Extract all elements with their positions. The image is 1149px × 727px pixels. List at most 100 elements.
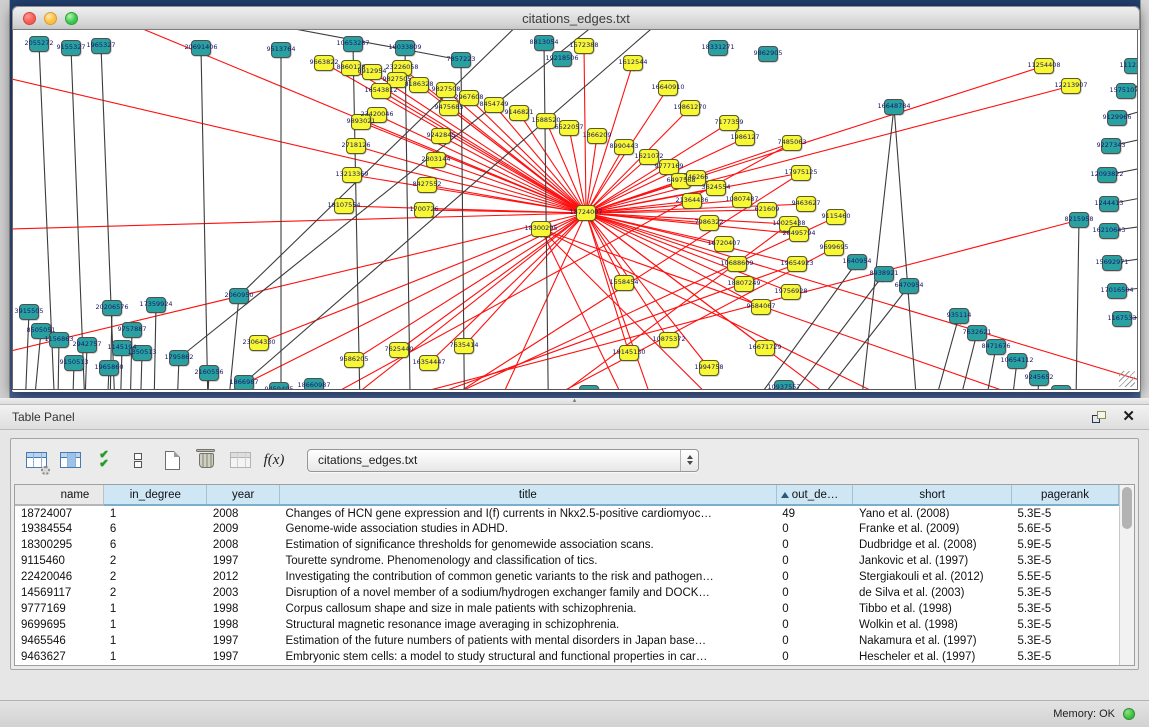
column-header-out_de[interactable]: out_de… (776, 485, 853, 505)
table-cell[interactable]: Dudbridge et al. (2008) (853, 537, 1012, 553)
trash-icon[interactable] (191, 445, 221, 475)
table-cell[interactable]: 5.5E-5 (1011, 569, 1118, 585)
table-cell[interactable]: 5.3E-5 (1011, 553, 1118, 569)
table-cell[interactable]: Hescheler et al. (1997) (853, 649, 1012, 665)
table-cell[interactable]: 0 (776, 537, 853, 553)
table-cell[interactable]: 5.3E-5 (1011, 633, 1118, 649)
table-cell[interactable]: Embryonic stem cells: a model to study s… (280, 649, 777, 665)
panel-splitter[interactable]: ▴ (0, 398, 1149, 405)
column-header-title[interactable]: title (280, 485, 777, 505)
node-table[interactable]: namein_degreeyeartitleout_de…shortpagera… (15, 485, 1119, 665)
table-cell[interactable]: 6 (104, 521, 207, 537)
function-icon[interactable]: f(x) (259, 445, 289, 475)
table-cell[interactable]: 0 (776, 601, 853, 617)
table-cell[interactable]: 1 (104, 601, 207, 617)
table-cell[interactable]: 1997 (207, 553, 280, 569)
table-cell[interactable]: 14569117 (15, 585, 104, 601)
memory-status-icon[interactable] (1123, 708, 1135, 720)
column-header-year[interactable]: year (207, 485, 280, 505)
table-row[interactable]: 1938455462009Genome-wide association stu… (15, 521, 1119, 537)
table-cell[interactable]: 5.3E-5 (1011, 649, 1118, 665)
table-cell[interactable]: 1 (104, 505, 207, 521)
column-header-pagerank[interactable]: pagerank (1011, 485, 1118, 505)
window-resize-grip[interactable] (1119, 371, 1135, 387)
table-row[interactable]: 1830029562008Estimation of significance … (15, 537, 1119, 553)
table-row[interactable]: 946554611997Estimation of the future num… (15, 633, 1119, 649)
table-row[interactable]: 911546021997Tourette syndrome. Phenomeno… (15, 553, 1119, 569)
table-cell[interactable]: Wolkin et al. (1998) (853, 617, 1012, 633)
column-header-short[interactable]: short (853, 485, 1012, 505)
table-cell[interactable]: 1 (104, 633, 207, 649)
table-select-dropdown[interactable]: citations_edges.txt (307, 449, 699, 472)
table-cell[interactable]: 9463627 (15, 649, 104, 665)
table-cell[interactable]: 2009 (207, 521, 280, 537)
network-canvas[interactable]: 1872400796638228860128891295423226058982… (12, 30, 1138, 390)
column-header-in_degree[interactable]: in_degree (104, 485, 207, 505)
table-row[interactable]: 2242004622012Investigating the contribut… (15, 569, 1119, 585)
table-cell[interactable]: 0 (776, 569, 853, 585)
table-scrollbar[interactable] (1119, 485, 1134, 665)
table-cell[interactable]: 0 (776, 553, 853, 569)
float-panel-icon[interactable] (1092, 411, 1106, 423)
table-cell[interactable]: 0 (776, 633, 853, 649)
table-cell[interactable]: 1 (104, 649, 207, 665)
table-cell[interactable]: 0 (776, 649, 853, 665)
splitter-handle-icon[interactable]: ▴ (0, 398, 1149, 404)
table-cell[interactable]: 1998 (207, 601, 280, 617)
table-cell[interactable]: 5.3E-5 (1011, 585, 1118, 601)
table-cell[interactable]: Estimation of the future numbers of pati… (280, 633, 777, 649)
close-panel-icon[interactable]: ✕ (1122, 410, 1135, 424)
table-row[interactable]: 1872400712008Changes of HCN gene express… (15, 505, 1119, 521)
column-select-icon[interactable] (55, 445, 85, 475)
table-cell[interactable]: 49 (776, 505, 853, 521)
window-titlebar[interactable]: citations_edges.txt (12, 6, 1140, 30)
table-cell[interactable]: 2 (104, 585, 207, 601)
table-cell[interactable]: 5.9E-5 (1011, 537, 1118, 553)
table-cell[interactable]: 19384554 (15, 521, 104, 537)
network-window[interactable]: citations_edges.txt 18724007966382288601… (12, 6, 1140, 392)
table-cell[interactable]: 5.3E-5 (1011, 617, 1118, 633)
table-row[interactable]: 969969511998Structural magnetic resonanc… (15, 617, 1119, 633)
table-cell[interactable]: 18300295 (15, 537, 104, 553)
table-cell[interactable]: Investigating the contribution of common… (280, 569, 777, 585)
table-row[interactable]: 977716911998Corpus callosum shape and si… (15, 601, 1119, 617)
table-settings-icon[interactable] (21, 445, 51, 475)
table-cell[interactable]: 9115460 (15, 553, 104, 569)
table-cell[interactable]: 0 (776, 521, 853, 537)
table-cell[interactable]: Franke et al. (2009) (853, 521, 1012, 537)
table-cell[interactable]: 2003 (207, 585, 280, 601)
table-cell[interactable]: 18724007 (15, 505, 104, 521)
table-cell[interactable]: Nakamura et al. (1997) (853, 633, 1012, 649)
table-cell[interactable]: Tourette syndrome. Phenomenology and cla… (280, 553, 777, 569)
table-cell[interactable]: 1998 (207, 617, 280, 633)
table-cell[interactable]: Disruption of a novel member of a sodium… (280, 585, 777, 601)
table-cell[interactable]: 0 (776, 585, 853, 601)
table-cell[interactable]: Tibbo et al. (1998) (853, 601, 1012, 617)
check-list-icon[interactable]: ✔✔ (89, 445, 119, 475)
table-cell[interactable]: 22420046 (15, 569, 104, 585)
table-cell[interactable]: 9699695 (15, 617, 104, 633)
rows-icon[interactable] (123, 445, 153, 475)
new-document-icon[interactable] (157, 445, 187, 475)
table-cell[interactable]: Jankovic et al. (1997) (853, 553, 1012, 569)
table-cell[interactable]: 5.3E-5 (1011, 505, 1118, 521)
table-cell[interactable]: 9777169 (15, 601, 104, 617)
table-header-row[interactable]: namein_degreeyeartitleout_de…shortpagera… (15, 485, 1119, 505)
table-cell[interactable]: 2008 (207, 537, 280, 553)
table-cell[interactable]: 9465546 (15, 633, 104, 649)
table-cell[interactable]: Genome-wide association studies in ADHD. (280, 521, 777, 537)
table-row[interactable]: 946362711997Embryonic stem cells: a mode… (15, 649, 1119, 665)
table-cell[interactable]: 1 (104, 617, 207, 633)
table-cell[interactable]: Changes of HCN gene expression and I(f) … (280, 505, 777, 521)
table-cell[interactable]: Structural magnetic resonance image aver… (280, 617, 777, 633)
table-cell[interactable]: Corpus callosum shape and size in male p… (280, 601, 777, 617)
table-cell[interactable]: 2 (104, 569, 207, 585)
table-cell[interactable]: 6 (104, 537, 207, 553)
scrollbar-thumb[interactable] (1122, 487, 1132, 529)
table-cell[interactable]: 1997 (207, 649, 280, 665)
table-cell[interactable]: 5.6E-5 (1011, 521, 1118, 537)
table-cell[interactable]: 5.3E-5 (1011, 601, 1118, 617)
table-cell[interactable]: 0 (776, 617, 853, 633)
table-row[interactable]: 1456911722003Disruption of a novel membe… (15, 585, 1119, 601)
table-cell[interactable]: Estimation of significance thresholds fo… (280, 537, 777, 553)
